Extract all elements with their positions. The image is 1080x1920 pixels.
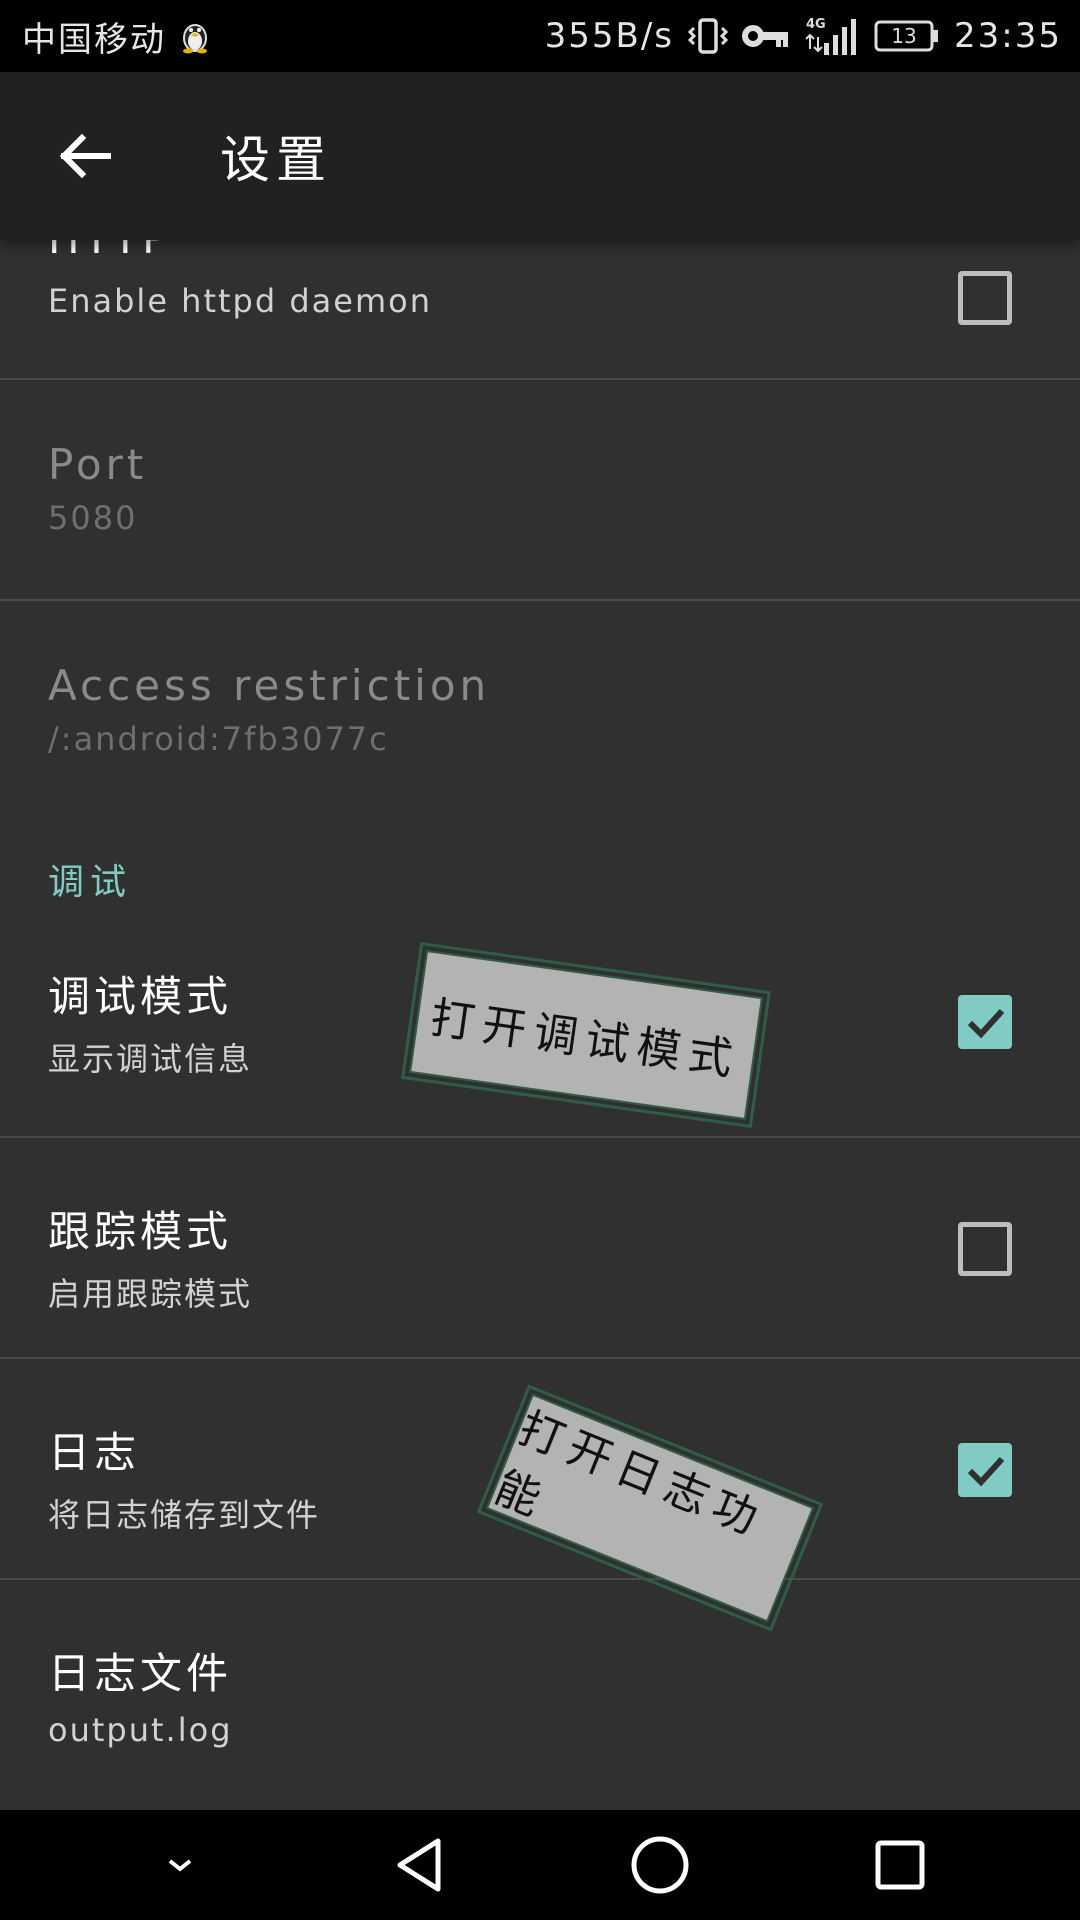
svg-text:4G: 4G [806, 17, 826, 32]
circle-home-icon [631, 1836, 689, 1894]
pref-access-title: Access restriction [48, 661, 491, 710]
arrow-back-icon [59, 133, 111, 179]
battery-level: 13 [891, 24, 917, 48]
carrier-name: 中国移动 [22, 19, 166, 60]
pref-http-summary: Enable httpd daemon [48, 282, 432, 320]
pref-log-file-title: 日志文件 [48, 1649, 233, 1698]
pref-log-file-summary: output.log [48, 1711, 233, 1749]
navigation-bar [0, 1810, 1080, 1920]
chevron-down-icon [168, 1859, 192, 1872]
pref-access-summary: /:android:7fb3077c [48, 720, 389, 758]
back-button[interactable] [24, 96, 144, 216]
nav-home-button[interactable] [615, 1820, 705, 1910]
app-bar: 设置 [0, 72, 1080, 240]
vibrate-icon [688, 16, 729, 56]
clock: 23:35 [954, 16, 1062, 56]
pref-trace-mode-title: 跟踪模式 [48, 1207, 233, 1256]
page-title: 设置 [220, 131, 332, 189]
network-speed: 355B/s [544, 16, 675, 56]
signal-4g-icon: 4G [804, 15, 860, 57]
pref-trace-mode[interactable]: 跟踪模式 启用跟踪模式 [0, 1138, 1080, 1359]
log-checkbox[interactable] [958, 1443, 1012, 1497]
pref-trace-mode-summary: 启用跟踪模式 [48, 1275, 253, 1313]
pref-http-title: HTTP [48, 240, 171, 263]
pref-port-title: Port [48, 440, 148, 489]
nav-back-button[interactable] [375, 1820, 465, 1910]
triangle-back-icon [397, 1838, 441, 1892]
checkmark-icon [967, 1008, 1005, 1039]
debug-category-header: 调试 [48, 862, 133, 903]
vpn-key-icon [742, 20, 790, 52]
http-checkbox[interactable] [958, 271, 1012, 325]
hide-nav-button[interactable] [135, 1820, 225, 1910]
battery-icon: 13 [874, 18, 940, 54]
pref-port: Port 5080 [0, 380, 1080, 601]
nav-recents-button[interactable] [855, 1820, 945, 1910]
qq-penguin-icon [180, 18, 210, 54]
pref-access-restriction: Access restriction /:android:7fb3077c [0, 601, 1080, 822]
pref-log-file[interactable]: 日志文件 output.log [0, 1580, 1080, 1800]
checkmark-icon [967, 1456, 1005, 1487]
status-bar: 中国移动 355B/s 4G 13 23:35 [0, 0, 1080, 72]
square-recents-icon [875, 1840, 925, 1890]
trace-mode-checkbox[interactable] [958, 1222, 1012, 1276]
pref-http[interactable]: HTTP Enable httpd daemon [0, 240, 1080, 380]
pref-port-summary: 5080 [48, 499, 138, 537]
debug-mode-checkbox[interactable] [958, 995, 1012, 1049]
